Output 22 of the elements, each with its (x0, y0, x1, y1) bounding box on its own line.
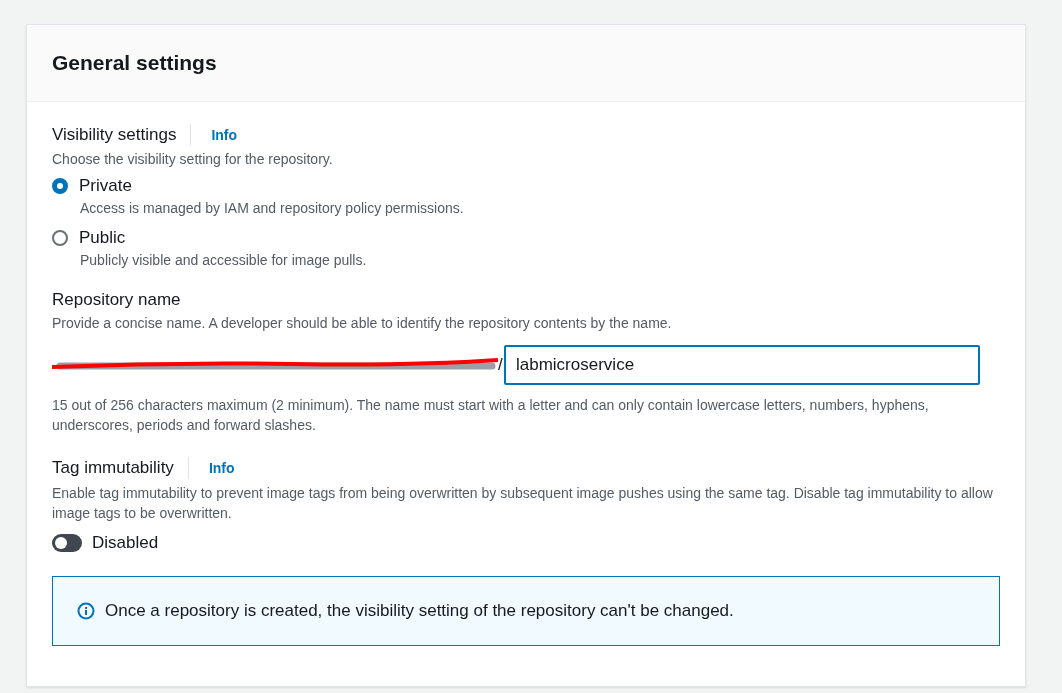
registry-prefix: / (498, 355, 503, 375)
option-description: Access is managed by IAM and repository policy permissions. (80, 200, 465, 216)
option-description: Publicly visible and accessible for image pulls. (80, 252, 368, 268)
info-link[interactable]: Info (208, 460, 235, 476)
field-label: Tag immutability (52, 458, 174, 478)
field-description: Provide a concise name. A developer should be able to identify the repository contents by the name. (52, 314, 673, 332)
info-link[interactable]: Info (211, 127, 238, 143)
field-label: Visibility settings (52, 125, 177, 145)
panel-title: General settings (52, 51, 218, 75)
field-label: Repository name (52, 290, 182, 310)
info-icon (77, 602, 95, 620)
radio-label[interactable]: Private (79, 176, 132, 196)
field-description: Choose the visibility setting for the repository. (52, 150, 334, 168)
toggle-label[interactable]: Disabled (92, 533, 159, 553)
repository-name-input[interactable]: labmicroservice (504, 345, 980, 385)
radio-label[interactable]: Public (79, 228, 126, 248)
alert-text: Once a repository is created, the visibility setting of the repository can't be changed. (105, 601, 734, 621)
radio-button[interactable] (52, 230, 68, 246)
field-description: Enable tag immutability to prevent image tags from being overwritten by subsequent image pushes using the same tag. Disable tag immutability to allow image tags to be overwritten. (52, 484, 994, 523)
toggle-switch[interactable] (52, 534, 82, 552)
field-hint: 15 out of 256 characters maximum (2 minimum). The name must start with a letter and can only contain lowercase letters, numbers, hyphens, underscores, periods and forward slashes. (52, 396, 930, 435)
radio-button[interactable] (52, 178, 68, 194)
